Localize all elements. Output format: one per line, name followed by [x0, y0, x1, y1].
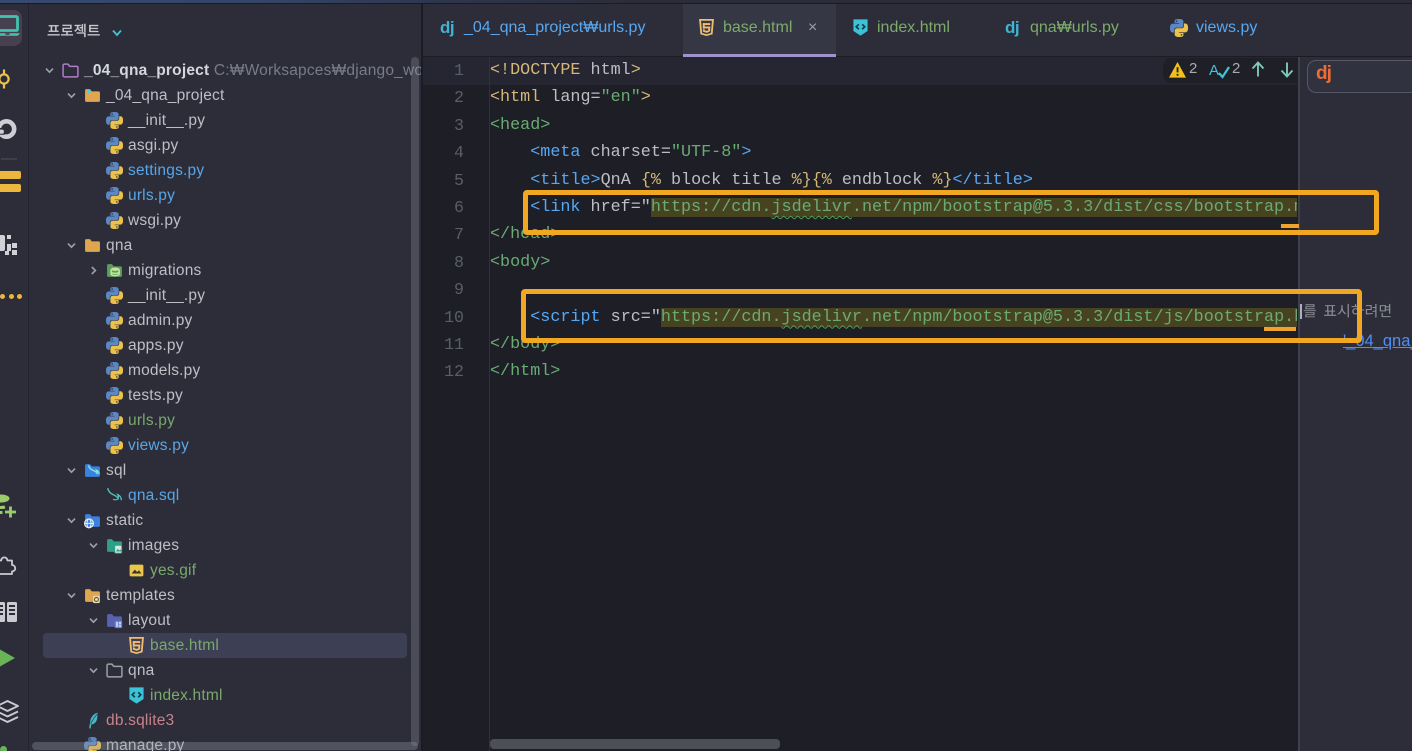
svg-text:A: A: [1209, 62, 1219, 79]
